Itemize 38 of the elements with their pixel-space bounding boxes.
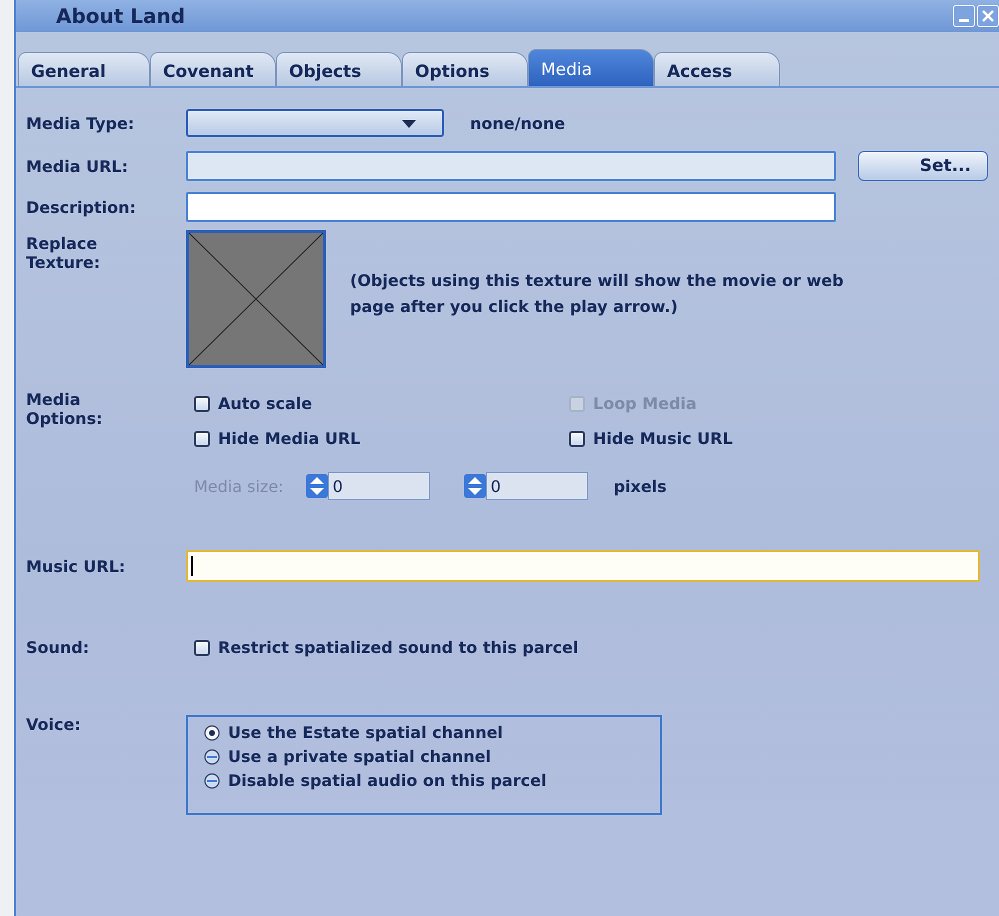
checkbox[interactable]: Restrict spatialized sound to this parcel [194,638,578,657]
close-button[interactable] [977,5,999,27]
radio-option[interactable]: Use the Estate spatial channel [204,723,644,742]
texture-swatch[interactable] [186,230,326,368]
field-label: Media Options: [26,390,104,428]
tab[interactable]: Covenant [150,52,276,86]
minimize-icon [959,18,969,22]
spinner-arrows-icon[interactable] [306,474,328,498]
field-label: Music URL: [26,556,126,576]
radio-option[interactable]: Use a private spatial channel [204,747,644,766]
field-label: Sound: [26,638,90,657]
radio-option[interactable]: Disable spatial audio on this parcel [204,771,644,790]
minimize-button[interactable] [953,5,975,27]
field-label: Description: [26,198,137,216]
set-button[interactable]: Set... [858,151,988,181]
caret-icon [402,120,416,128]
field-label: Media Type: [26,114,136,132]
media-url-field[interactable] [186,151,836,181]
checkbox[interactable]: Hide Music URL [569,429,869,448]
texture-note: (Objects using this texture will show the movie or web page after you click the play arrow.) [350,270,845,318]
field-label: Replace Texture: [26,234,102,272]
spinner-arrows-icon[interactable] [464,474,486,498]
music-url-field[interactable] [186,550,980,582]
tab[interactable]: Access [654,52,780,86]
tab[interactable]: Objects [276,52,402,86]
close-icon [981,9,995,23]
checkbox[interactable]: Hide Media URL [194,429,569,448]
field-label: Media URL: [26,156,129,176]
unit-label: pixels [614,476,667,496]
tab[interactable]: Options [402,52,528,86]
media-type-status: none/none [470,114,566,132]
tab[interactable]: Media [528,49,654,86]
window-title: About Land [56,4,186,28]
media-type-dropdown[interactable] [186,109,444,137]
field-label: Voice: [26,715,82,734]
description-field[interactable] [186,192,836,222]
checkbox[interactable]: Auto scale [194,394,569,413]
tab[interactable]: General [18,52,150,86]
